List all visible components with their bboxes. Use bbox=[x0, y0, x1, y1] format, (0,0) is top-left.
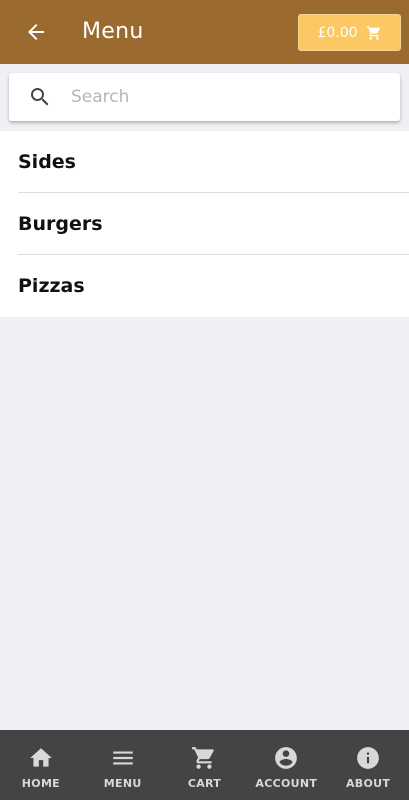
cart-total-label: £0.00 bbox=[317, 24, 358, 41]
info-icon bbox=[357, 746, 379, 769]
shopping-cart-icon bbox=[366, 25, 380, 40]
category-label: Pizzas bbox=[18, 275, 85, 297]
nav-menu[interactable]: MENU bbox=[83, 730, 163, 800]
nav-home-label: HOME bbox=[21, 776, 60, 790]
menu-icon bbox=[112, 751, 133, 764]
category-list: Sides Burgers Pizzas bbox=[0, 131, 409, 317]
page-title: Menu bbox=[82, 19, 144, 44]
search-input[interactable] bbox=[71, 81, 391, 113]
bottom-navigation: HOME MENU CART ACCOUNT ABOUT bbox=[0, 730, 409, 800]
category-item-burgers[interactable]: Burgers bbox=[18, 193, 409, 255]
nav-menu-label: MENU bbox=[103, 776, 142, 790]
home-icon bbox=[30, 747, 52, 767]
nav-account-label: ACCOUNT bbox=[255, 776, 318, 790]
arrow-left-icon bbox=[28, 24, 44, 40]
search-icon bbox=[31, 88, 49, 106]
nav-cart[interactable]: CART bbox=[164, 730, 244, 800]
category-label: Burgers bbox=[18, 212, 103, 235]
category-item-sides[interactable]: Sides bbox=[18, 131, 409, 193]
app-header: Menu £0.00 bbox=[0, 0, 409, 64]
cart-icon bbox=[192, 746, 215, 769]
category-item-pizzas[interactable]: Pizzas bbox=[18, 255, 409, 317]
nav-home[interactable]: HOME bbox=[1, 730, 81, 800]
nav-about-label: ABOUT bbox=[345, 776, 391, 790]
nav-account[interactable]: ACCOUNT bbox=[246, 730, 326, 800]
nav-cart-label: CART bbox=[187, 776, 222, 790]
account-icon bbox=[275, 746, 298, 769]
cart-total-button[interactable]: £0.00 bbox=[298, 14, 401, 51]
search-bar-container bbox=[0, 64, 409, 131]
category-label: Sides bbox=[18, 150, 76, 173]
nav-about[interactable]: ABOUT bbox=[328, 730, 408, 800]
back-button[interactable] bbox=[20, 18, 52, 46]
search-box bbox=[9, 73, 400, 121]
